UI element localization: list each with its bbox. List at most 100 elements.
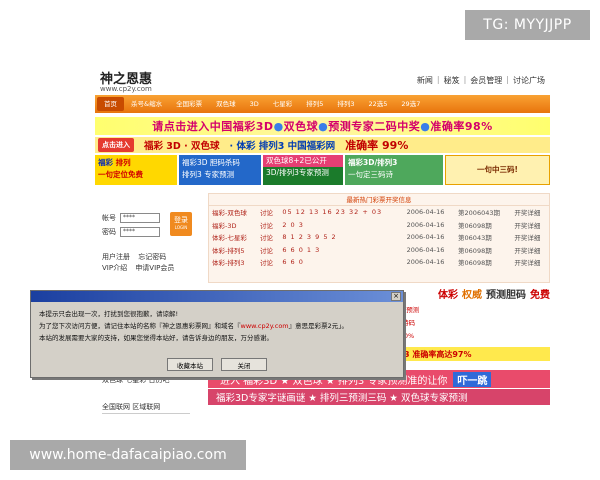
banner-second-a: 福彩 3D · 双色球 [144, 141, 220, 152]
site-logo[interactable]: 神之恩惠 www.cp2y.com [100, 68, 152, 93]
separator: | [436, 75, 440, 84]
link-forgot-password[interactable]: 忘记密码 [138, 253, 166, 261]
side-line-2[interactable]: 全国联网 区域联网 [102, 402, 190, 414]
lottery-numbers: 6 6 0 [282, 258, 304, 267]
lottery-talk[interactable]: 讨论 [257, 219, 279, 232]
nav-home[interactable]: 首页 [97, 97, 124, 111]
nav-22x5[interactable]: 22选5 [362, 97, 395, 111]
top-links: 新闻 | 秘笈 | 会员管理 | 讨论广场 [417, 75, 545, 86]
banner-top-part2: 双色球 [283, 120, 319, 133]
lottery-detail[interactable]: 开奖详细 [511, 231, 549, 244]
nav-7star[interactable]: 七星彩 [266, 97, 300, 111]
banner-dot: ● [420, 119, 431, 133]
lottery-issue: 第2006043期 [458, 209, 500, 218]
login-form: 帐号 **** 密码 **** 登录 LOGIN [102, 212, 192, 240]
watermark-tg: TG: MYYJJPP [465, 10, 590, 40]
dialog-titlebar[interactable]: × [31, 291, 403, 302]
ad-strip: 福彩 排列 一句定位免费 福彩3D 胆码杀码 排列3 专家预测 双色球8+2已公… [95, 155, 550, 185]
dialog-line-2a: 为了您下次访问方便，请记住本站的名称『神之恩惠彩票网』和域名『 [39, 322, 241, 330]
banner-second[interactable]: 点击进入 福彩 3D · 双色球 · 体彩 排列3 中国福彩网 准确率 99% [95, 137, 550, 153]
ad-cell-4[interactable]: 福彩3D/排列3 一句定三码诗 [345, 155, 443, 185]
top-link-members[interactable]: 会员管理 [470, 75, 502, 86]
link-vip-apply[interactable]: 申请VIP会员 [135, 264, 174, 272]
nav-p5[interactable]: 排列5 [299, 97, 330, 111]
promo-a-qs: 权威 [462, 289, 482, 301]
link-vip-intro[interactable]: VIP介绍 [102, 264, 127, 272]
lottery-name[interactable]: 体彩-排列3 [209, 256, 257, 269]
promo-d-jump: 吓一跳 [453, 371, 492, 387]
table-row: 体彩-七星彩 讨论 8 1 2 3 9 5 2 2006-04-16 第0604… [209, 231, 549, 244]
lottery-date: 2006-04-16 [406, 245, 445, 254]
table-row: 福彩-双色球 讨论 05 12 13 16 23 32 + 03 2006-04… [209, 206, 549, 219]
dialog-body: 本提示只会出现一次，打扰到您很抱歉，请谅解! 为了您下次访问方便，请记住本站的名… [31, 302, 403, 344]
dialog-line-2: 为了您下次访问方便，请记住本站的名称『神之恩惠彩票网』和域名『www.cp2y.… [39, 320, 395, 332]
lottery-detail[interactable]: 开奖详细 [511, 244, 549, 257]
banner-top-part4: 准确率98% [430, 120, 493, 133]
lottery-name[interactable]: 体彩-七星彩 [209, 231, 257, 244]
close-icon[interactable]: × [391, 292, 401, 301]
table-row: 体彩-排列5 讨论 6 6 0 1 3 2006-04-16 第06098期 开… [209, 244, 549, 257]
ad-cell-2[interactable]: 福彩3D 胆码杀码 排列3 专家预测 [179, 155, 261, 185]
nav-filter[interactable]: 杀号&缩水 [124, 97, 169, 111]
lottery-table: 福彩-双色球 讨论 05 12 13 16 23 32 + 03 2006-04… [209, 206, 549, 269]
nav-p3[interactable]: 排列3 [330, 97, 361, 111]
banner-top[interactable]: 请点击进入中国福彩3D ● 双色球 ● 预测专家二码中奖 ● 准确率98% [95, 117, 550, 135]
watermark-url: www.home-dafacaipiao.com [10, 440, 246, 470]
ad-cell-5[interactable]: 一句中三码! [445, 155, 550, 185]
close-button[interactable]: 关闭 [221, 358, 267, 371]
enter-button[interactable]: 点击进入 [98, 138, 134, 152]
account-links: 用户注册 忘记密码 VIP介绍 申请VIP会员 [102, 252, 180, 274]
lottery-detail[interactable]: 开奖详细 [511, 219, 549, 232]
login-button-label: 登录 [174, 216, 188, 224]
separator: | [506, 75, 509, 84]
ad-1-label-a: 福彩 [98, 158, 113, 167]
nav-ssq[interactable]: 双色球 [209, 97, 243, 111]
username-input[interactable]: **** [120, 213, 160, 223]
ad-cell-3[interactable]: 双色球8+2已公开 3D/排列3专家预测 [263, 155, 343, 185]
lottery-name[interactable]: 福彩-3D [209, 219, 257, 232]
ad-4-line2: 一句定三码诗 [348, 170, 393, 179]
promo-a-tc: 体彩 [438, 289, 458, 301]
lottery-detail[interactable]: 开奖详细 [511, 206, 549, 219]
add-favorite-button[interactable]: 收藏本站 [167, 358, 213, 371]
password-label: 密码 [102, 228, 116, 236]
lottery-talk[interactable]: 讨论 [257, 256, 279, 269]
site-url: www.cp2y.com [100, 85, 152, 93]
dialog-line-3: 本站的发展需要大家的支持，如果您觉得本站好，请告诉身边的朋友，万分感谢。 [39, 334, 273, 342]
separator: | [463, 75, 467, 84]
promo-a-rest: 预测胆码 [486, 289, 526, 301]
promo-a-free: 免费 [530, 289, 550, 301]
top-link-tips[interactable]: 秘笈 [444, 75, 460, 86]
promo-row-e[interactable]: 福彩3D专家字谜画谜 ★ 排列三预测三码 ★ 双色球专家预测 [208, 389, 550, 405]
lottery-issue: 第06098期 [458, 246, 492, 255]
lottery-talk[interactable]: 讨论 [257, 231, 279, 244]
login-button-sub: LOGIN [174, 225, 188, 230]
ad-1-line2: 一句定位免费 [98, 170, 143, 179]
password-input[interactable]: **** [120, 227, 160, 237]
banner-dot: ● [318, 119, 329, 133]
banner-dot: ● [273, 119, 284, 133]
dialog-line-1: 本提示只会出现一次，打扰到您很抱歉，请谅解! [39, 310, 179, 318]
login-button[interactable]: 登录 LOGIN [170, 212, 192, 236]
lottery-talk[interactable]: 讨论 [257, 244, 279, 257]
ad-2-line1: 福彩3D 胆码杀码 [182, 158, 240, 167]
ad-cell-1[interactable]: 福彩 排列 一句定位免费 [95, 155, 177, 185]
dialog-domain: www.cp2y.com [240, 322, 289, 330]
lottery-talk[interactable]: 讨论 [257, 206, 279, 219]
nav-29x7[interactable]: 29选7 [394, 97, 427, 111]
lottery-detail[interactable]: 开奖详细 [511, 256, 549, 269]
lottery-issue: 第06098期 [458, 259, 492, 268]
nav-national[interactable]: 全国彩票 [169, 97, 209, 111]
main-nav: 首页 杀号&缩水 全国彩票 双色球 3D 七星彩 排列5 排列3 22选5 29… [95, 95, 550, 113]
lottery-name[interactable]: 体彩-排列5 [209, 244, 257, 257]
top-link-forum[interactable]: 讨论广场 [513, 75, 545, 86]
alert-dialog: × 本提示只会出现一次，打扰到您很抱歉，请谅解! 为了您下次访问方便，请记住本站… [30, 290, 404, 378]
dialog-buttons: 收藏本站 关闭 [31, 358, 403, 371]
banner-top-part1: 请点击进入中国福彩3D [152, 120, 274, 133]
banner-top-part3: 预测专家二码中奖 [328, 120, 421, 133]
dialog-line-2b: 』意思是彩票2元」。 [288, 322, 349, 330]
link-register[interactable]: 用户注册 [102, 253, 130, 261]
nav-3d[interactable]: 3D [243, 97, 266, 111]
lottery-name[interactable]: 福彩-双色球 [209, 206, 257, 219]
top-link-news[interactable]: 新闻 [417, 75, 433, 86]
